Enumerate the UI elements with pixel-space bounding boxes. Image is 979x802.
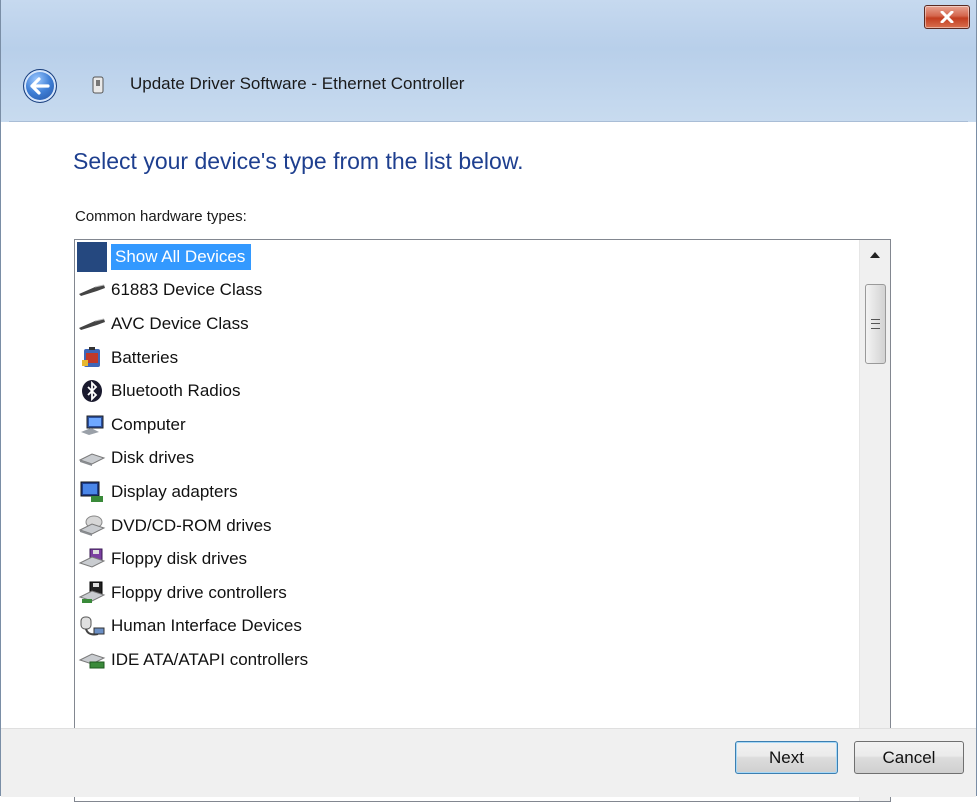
list-item-label: Display adapters xyxy=(111,481,238,501)
list-item-label: Disk drives xyxy=(111,448,195,468)
cable-icon xyxy=(77,278,107,302)
hardware-types-listbox[interactable]: Show All Devices 61883 Device Class AVC … xyxy=(74,239,891,802)
cancel-button[interactable]: Cancel xyxy=(854,741,964,774)
computer-icon xyxy=(77,413,107,437)
list-item-label: Floppy disk drives xyxy=(111,549,248,569)
close-icon xyxy=(940,11,954,23)
list-item-label: Human Interface Devices xyxy=(111,616,302,636)
list-item-bluetooth-radios[interactable]: Bluetooth Radios xyxy=(77,374,858,408)
floppy-controller-icon xyxy=(77,581,107,605)
back-arrow-icon xyxy=(30,77,50,95)
next-button[interactable]: Next xyxy=(735,741,838,774)
window-title: Update Driver Software - Ethernet Contro… xyxy=(130,74,465,93)
dialog-header: Update Driver Software - Ethernet Contro… xyxy=(1,0,976,122)
list-item-display-adapters[interactable]: Display adapters xyxy=(77,475,858,509)
hid-icon xyxy=(77,614,107,638)
dialog-window: Update Driver Software - Ethernet Contro… xyxy=(0,0,977,802)
list-item-floppy-disk-drives[interactable]: Floppy disk drives xyxy=(77,542,858,576)
scroll-up-button[interactable] xyxy=(860,244,890,266)
list-item-computer[interactable]: Computer xyxy=(77,408,858,442)
list-item-avc-device-class[interactable]: AVC Device Class xyxy=(77,307,858,341)
floppy-drive-icon xyxy=(77,547,107,571)
battery-icon xyxy=(77,346,107,370)
page-heading: Select your device's type from the list … xyxy=(73,148,524,174)
list-item-label: DVD/CD-ROM drives xyxy=(111,515,272,535)
list-item-label: IDE ATA/ATAPI controllers xyxy=(111,649,309,669)
list-item-label: 61883 Device Class xyxy=(111,280,263,300)
list-item-show-all-devices[interactable]: Show All Devices xyxy=(77,240,858,274)
list-item-61883-device-class[interactable]: 61883 Device Class xyxy=(77,274,858,308)
device-icon xyxy=(92,76,104,94)
list-item-batteries[interactable]: Batteries xyxy=(77,341,858,375)
disk-drive-icon xyxy=(77,446,107,470)
list-item-dvd-cd-rom-drives[interactable]: DVD/CD-ROM drives xyxy=(77,509,858,543)
arrow-up-icon xyxy=(870,252,880,258)
dvd-drive-icon xyxy=(77,514,107,538)
close-button[interactable] xyxy=(924,5,970,29)
list-item-label: Computer xyxy=(111,414,186,434)
list-item-label: Floppy drive controllers xyxy=(111,582,287,602)
list-caption: Common hardware types: xyxy=(75,208,247,225)
display-adapter-icon xyxy=(77,480,107,504)
grip-icon xyxy=(871,319,880,329)
list-item-label: Show All Devices xyxy=(111,243,252,270)
vertical-scrollbar[interactable] xyxy=(859,240,890,801)
dialog-content: Select your device's type from the list … xyxy=(1,122,976,802)
ide-controller-icon xyxy=(77,648,107,672)
list-item-human-interface-devices[interactable]: Human Interface Devices xyxy=(77,610,858,644)
show-all-icon xyxy=(77,241,107,272)
scrollbar-thumb[interactable] xyxy=(865,284,886,364)
list-item-ide-ata-atapi-controllers[interactable]: IDE ATA/ATAPI controllers xyxy=(77,643,858,677)
hardware-types-list: Show All Devices 61883 Device Class AVC … xyxy=(77,240,858,677)
list-item-floppy-drive-controllers[interactable]: Floppy drive controllers xyxy=(77,576,858,610)
list-item-label: AVC Device Class xyxy=(111,313,249,333)
cable-icon xyxy=(77,312,107,336)
bluetooth-icon xyxy=(77,379,107,403)
dialog-footer: Next Cancel xyxy=(1,728,976,797)
back-button[interactable] xyxy=(23,69,57,103)
list-item-disk-drives[interactable]: Disk drives xyxy=(77,442,858,476)
list-item-label: Bluetooth Radios xyxy=(111,381,241,401)
list-item-label: Batteries xyxy=(111,347,179,367)
